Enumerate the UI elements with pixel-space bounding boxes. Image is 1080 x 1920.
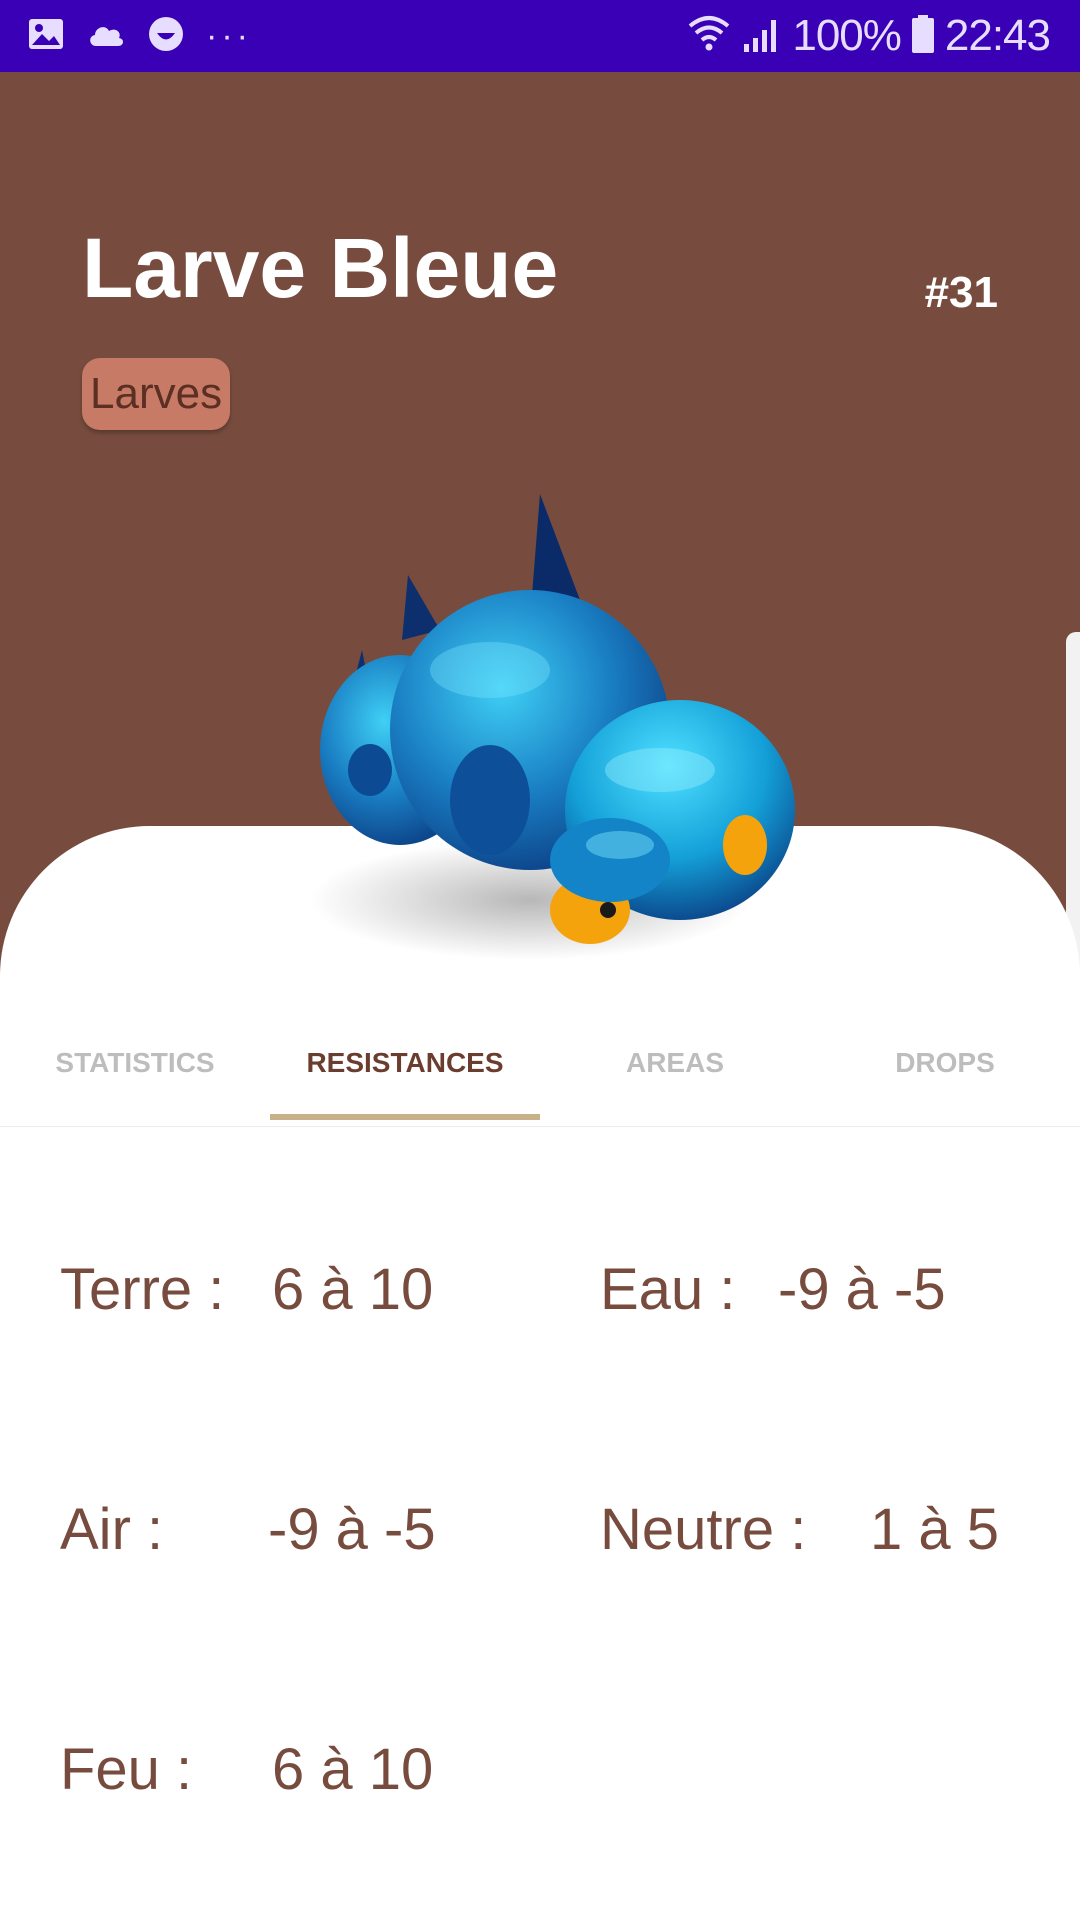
status-bar: ··· 100% 22:43 xyxy=(0,0,1080,72)
monster-name: Larve Bleue xyxy=(82,221,559,315)
smiley-icon xyxy=(148,16,184,57)
status-bar-right: 100% 22:43 xyxy=(686,10,1051,62)
resistance-label: Eau : xyxy=(600,1257,736,1322)
tab-areas[interactable]: AREAS xyxy=(540,1000,810,1126)
resistance-value: -9 à -5 xyxy=(778,1257,946,1322)
tab-drops[interactable]: DROPS xyxy=(810,1000,1080,1126)
battery-percent: 100% xyxy=(792,11,902,60)
resistance-value: 6 à 10 xyxy=(272,1257,434,1322)
resistance-label: Terre : xyxy=(60,1257,225,1322)
monster-image xyxy=(290,480,810,960)
image-icon xyxy=(28,18,64,55)
resistance-label: Feu : xyxy=(60,1737,193,1802)
tab-bar: STATISTICS RESISTANCES AREAS DROPS xyxy=(0,1000,1080,1127)
resistance-label: Neutre : xyxy=(600,1497,807,1562)
resistance-value: -9 à -5 xyxy=(268,1497,436,1562)
tab-indicator xyxy=(270,1114,540,1120)
resistance-value: 1 à 5 xyxy=(870,1497,999,1562)
more-dots-icon: ··· xyxy=(206,16,252,55)
signal-icon xyxy=(742,14,782,59)
status-bar-left: ··· xyxy=(28,16,252,56)
tab-resistances[interactable]: RESISTANCES xyxy=(270,1000,540,1126)
battery-icon xyxy=(911,14,935,59)
family-chip[interactable]: Larves xyxy=(82,358,231,430)
monster-number: #31 xyxy=(924,268,998,317)
tab-statistics[interactable]: STATISTICS xyxy=(0,1000,270,1126)
resistance-label: Air : xyxy=(60,1497,164,1562)
wifi-icon xyxy=(686,14,732,59)
clock: 22:43 xyxy=(944,11,1051,60)
cloud-icon xyxy=(86,20,126,53)
resistance-value: 6 à 10 xyxy=(272,1737,434,1802)
